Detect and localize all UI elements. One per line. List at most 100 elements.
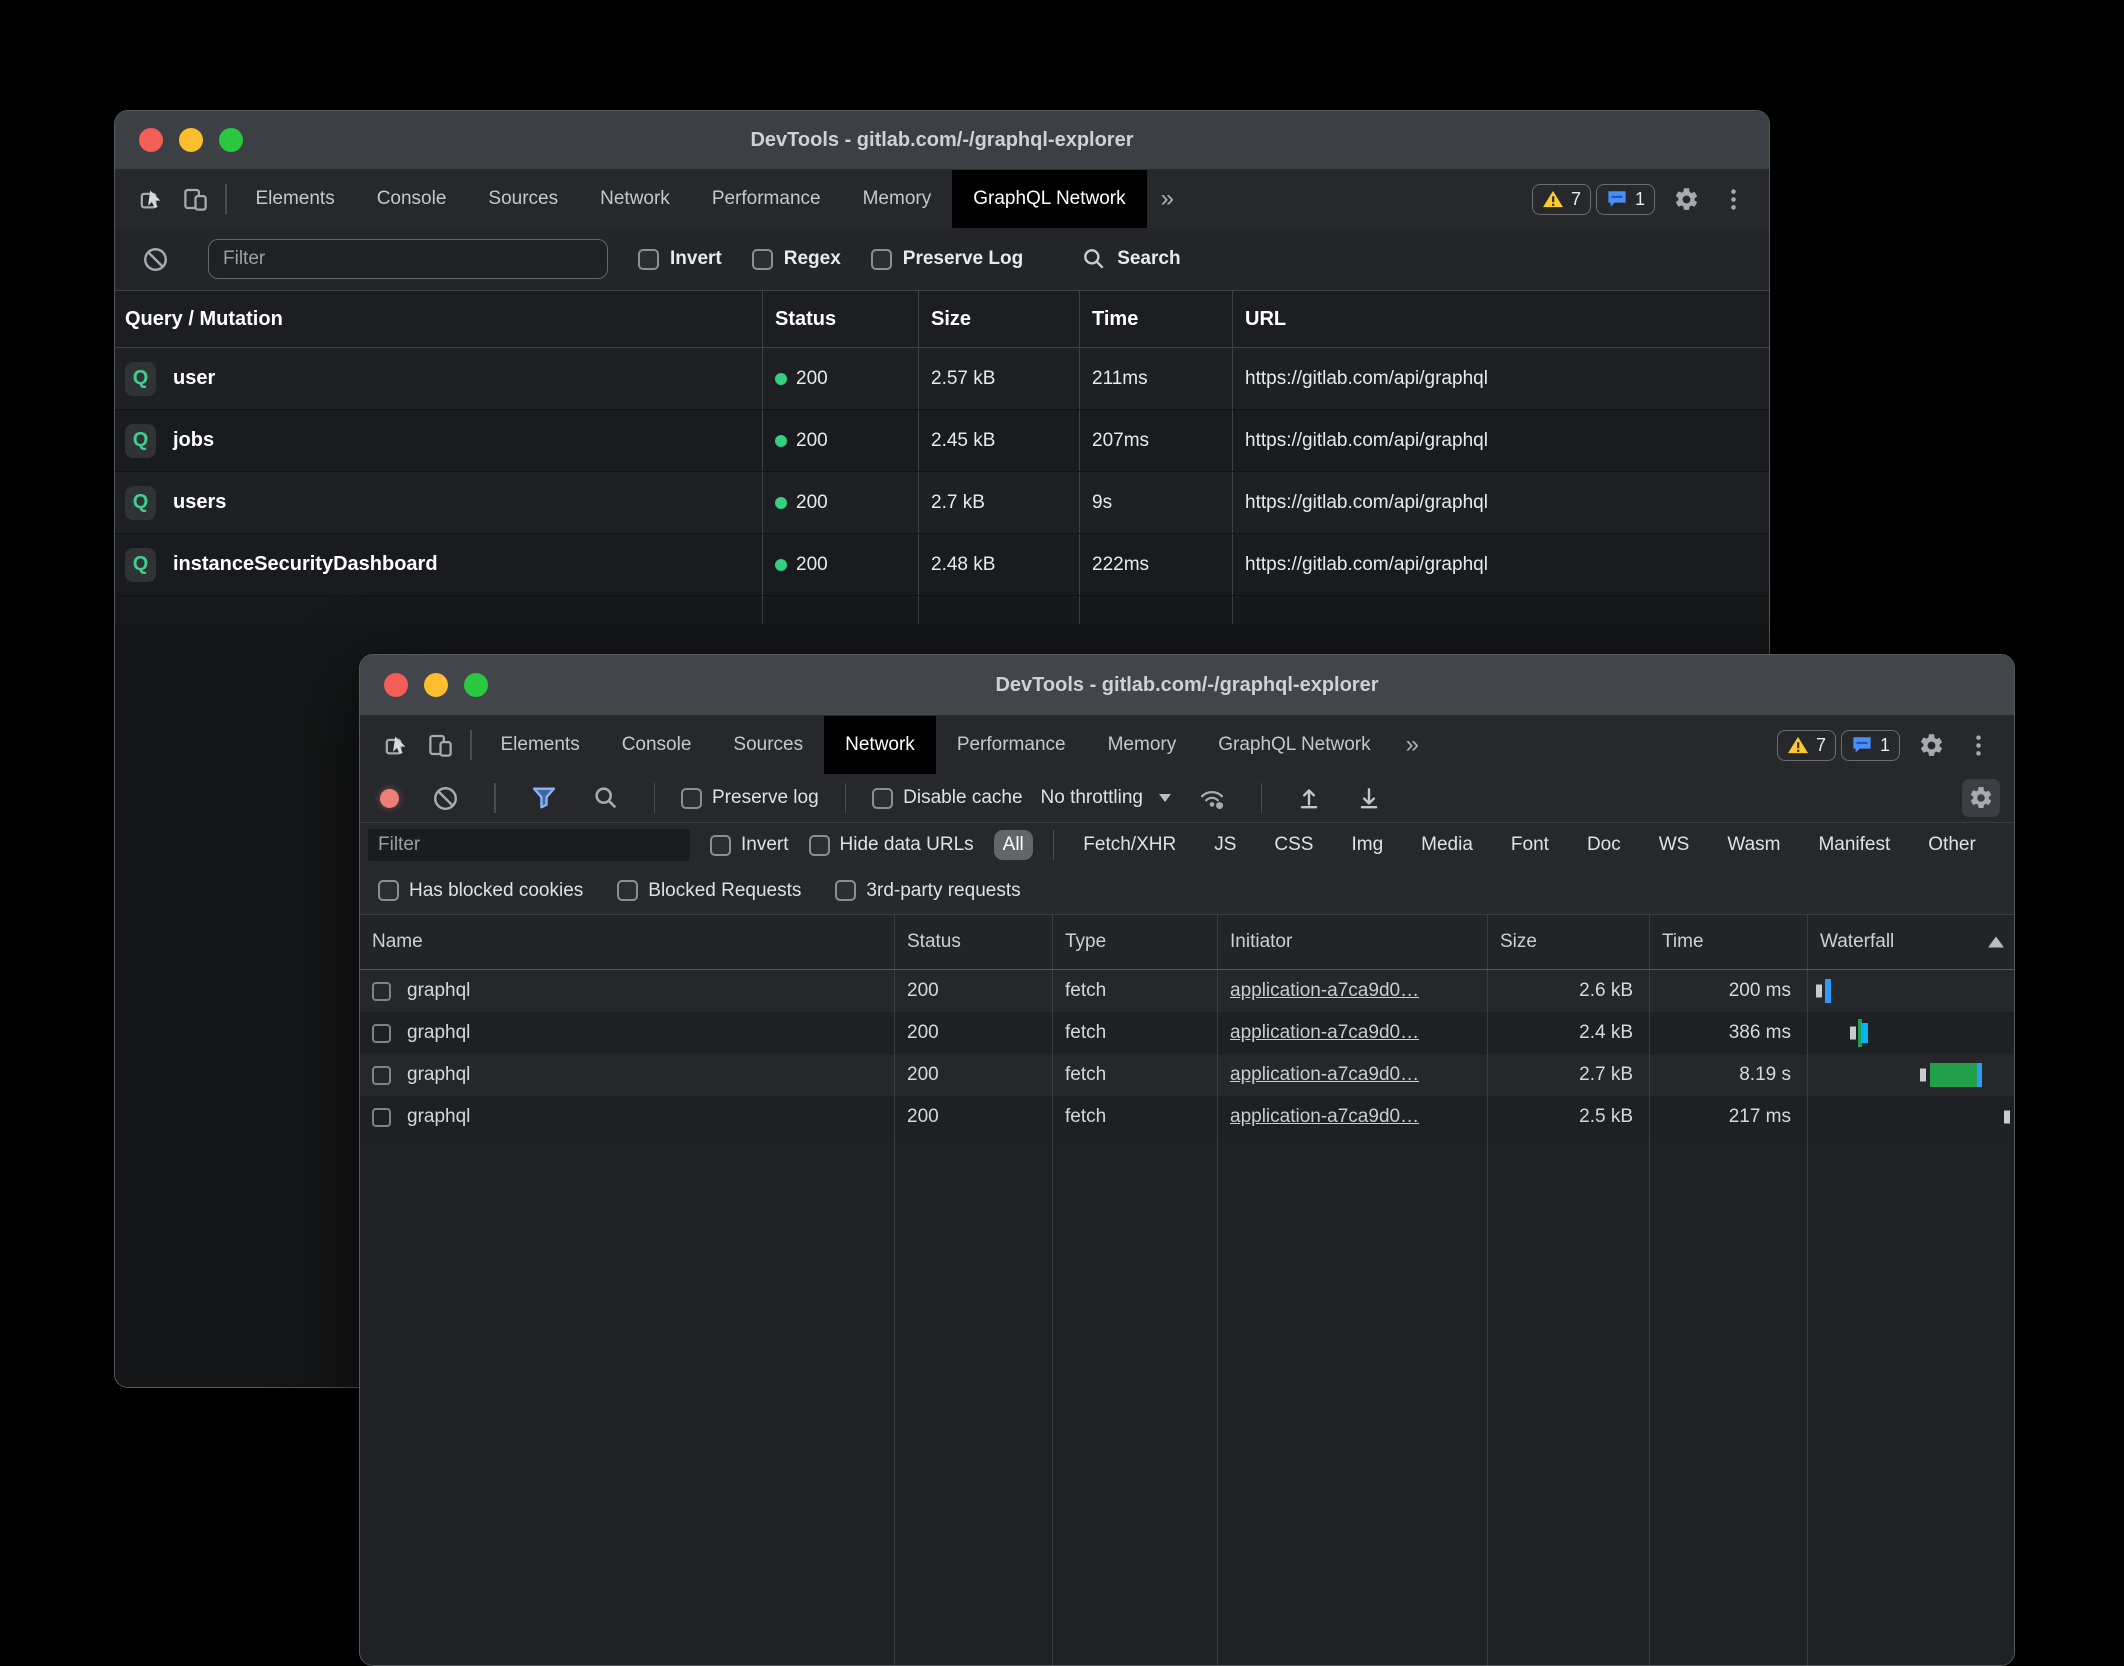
column-header-url[interactable]: URL [1233, 291, 1769, 347]
initiator-link[interactable]: application-a7ca9d0… [1230, 1064, 1419, 1086]
more-tabs-chevron-icon[interactable]: » [1392, 716, 1433, 774]
clear-icon[interactable] [423, 784, 468, 813]
initiator-link[interactable]: application-a7ca9d0… [1230, 1106, 1419, 1128]
type-filter-ws[interactable]: WS [1650, 830, 1699, 860]
type-filter-media[interactable]: Media [1412, 830, 1482, 860]
column-header-type[interactable]: Type [1053, 915, 1218, 969]
column-header-query-mutation[interactable]: Query / Mutation [115, 291, 763, 347]
preserve-log-checkbox[interactable]: Preserve log [681, 787, 819, 809]
checkbox-icon[interactable] [872, 788, 893, 809]
network-conditions-icon[interactable] [1189, 784, 1235, 812]
tab-performance[interactable]: Performance [691, 170, 842, 228]
inspect-element-icon[interactable] [376, 732, 419, 759]
regex-checkbox[interactable]: Regex [752, 248, 841, 270]
device-toolbar-icon[interactable] [174, 186, 217, 213]
tab-memory[interactable]: Memory [1087, 716, 1198, 774]
row-checkbox[interactable] [372, 1024, 391, 1043]
more-tabs-chevron-icon[interactable]: » [1147, 170, 1188, 228]
row-checkbox[interactable] [372, 1108, 391, 1127]
invert-checkbox[interactable]: Invert [638, 248, 722, 270]
column-header-status[interactable]: Status [763, 291, 919, 347]
tab-graphql-network[interactable]: GraphQL Network [952, 170, 1146, 228]
column-header-initiator[interactable]: Initiator [1218, 915, 1488, 969]
filter-input[interactable] [208, 239, 608, 279]
issues-badge[interactable]: 1 [1841, 730, 1900, 761]
type-filter-all[interactable]: All [994, 830, 1033, 860]
table-row[interactable]: Quser 200 2.57 kB 211ms https://gitlab.c… [115, 348, 1769, 410]
search-icon[interactable] [584, 784, 628, 812]
settings-gear-icon[interactable] [1910, 732, 1953, 759]
type-filter-wasm[interactable]: Wasm [1718, 830, 1789, 860]
checkbox-icon[interactable] [617, 880, 638, 901]
minimize-button[interactable] [424, 673, 448, 697]
tab-memory[interactable]: Memory [842, 170, 953, 228]
column-header-time[interactable]: Time [1080, 291, 1233, 347]
tab-console[interactable]: Console [601, 716, 713, 774]
table-row[interactable]: graphql 200 fetch application-a7ca9d0… 2… [360, 1054, 2014, 1096]
table-row[interactable]: QinstanceSecurityDashboard 200 2.48 kB 2… [115, 534, 1769, 596]
column-header-size[interactable]: Size [1488, 915, 1650, 969]
tab-graphql-network[interactable]: GraphQL Network [1197, 716, 1391, 774]
hide-data-urls-checkbox[interactable]: Hide data URLs [809, 834, 974, 856]
search-button[interactable]: Search [1081, 246, 1180, 272]
checkbox-icon[interactable] [871, 249, 892, 270]
table-row[interactable]: Qjobs 200 2.45 kB 207ms https://gitlab.c… [115, 410, 1769, 472]
filter-funnel-icon[interactable] [522, 784, 566, 812]
row-checkbox[interactable] [372, 982, 391, 1001]
type-filter-css[interactable]: CSS [1265, 830, 1322, 860]
kebab-menu-icon[interactable] [1957, 732, 2000, 759]
type-filter-fetch-xhr[interactable]: Fetch/XHR [1074, 830, 1185, 860]
record-button[interactable] [380, 789, 399, 808]
table-row[interactable]: Qusers 200 2.7 kB 9s https://gitlab.com/… [115, 472, 1769, 534]
initiator-link[interactable]: application-a7ca9d0… [1230, 1022, 1419, 1044]
close-button[interactable] [139, 128, 163, 152]
checkbox-icon[interactable] [752, 249, 773, 270]
filter-input[interactable] [368, 829, 690, 861]
column-header-name[interactable]: Name [360, 915, 895, 969]
type-filter-img[interactable]: Img [1342, 830, 1392, 860]
checkbox-icon[interactable] [638, 249, 659, 270]
initiator-link[interactable]: application-a7ca9d0… [1230, 980, 1419, 1002]
tab-network[interactable]: Network [824, 716, 936, 774]
preserve-log-checkbox[interactable]: Preserve Log [871, 248, 1023, 270]
device-toolbar-icon[interactable] [419, 732, 462, 759]
close-button[interactable] [384, 673, 408, 697]
table-row[interactable]: graphql 200 fetch application-a7ca9d0… 2… [360, 970, 2014, 1012]
kebab-menu-icon[interactable] [1712, 186, 1755, 213]
tab-performance[interactable]: Performance [936, 716, 1087, 774]
clear-icon[interactable] [133, 245, 178, 274]
inspect-element-icon[interactable] [131, 186, 174, 213]
titlebar[interactable]: DevTools - gitlab.com/-/graphql-explorer [115, 111, 1769, 170]
zoom-button[interactable] [219, 128, 243, 152]
invert-checkbox[interactable]: Invert [710, 834, 789, 856]
titlebar[interactable]: DevTools - gitlab.com/-/graphql-explorer [360, 655, 2014, 716]
blocked-requests-checkbox[interactable]: Blocked Requests [617, 880, 801, 902]
tab-elements[interactable]: Elements [480, 716, 601, 774]
type-filter-font[interactable]: Font [1502, 830, 1558, 860]
third-party-requests-checkbox[interactable]: 3rd-party requests [835, 880, 1020, 902]
tab-sources[interactable]: Sources [712, 716, 824, 774]
issues-badge[interactable]: 1 [1596, 184, 1655, 215]
type-filter-other[interactable]: Other [1919, 830, 1985, 860]
checkbox-icon[interactable] [835, 880, 856, 901]
row-checkbox[interactable] [372, 1066, 391, 1085]
column-header-waterfall[interactable]: Waterfall [1808, 915, 2014, 969]
type-filter-doc[interactable]: Doc [1578, 830, 1630, 860]
network-settings-button[interactable] [1962, 779, 2000, 817]
checkbox-icon[interactable] [809, 835, 830, 856]
zoom-button[interactable] [464, 673, 488, 697]
column-header-size[interactable]: Size [919, 291, 1080, 347]
checkbox-icon[interactable] [710, 835, 731, 856]
checkbox-icon[interactable] [681, 788, 702, 809]
column-header-status[interactable]: Status [895, 915, 1053, 969]
export-har-icon[interactable] [1348, 784, 1390, 812]
tab-console[interactable]: Console [356, 170, 468, 228]
has-blocked-cookies-checkbox[interactable]: Has blocked cookies [378, 880, 583, 902]
disable-cache-checkbox[interactable]: Disable cache [872, 787, 1022, 809]
type-filter-manifest[interactable]: Manifest [1809, 830, 1899, 860]
minimize-button[interactable] [179, 128, 203, 152]
tab-elements[interactable]: Elements [235, 170, 356, 228]
tab-sources[interactable]: Sources [467, 170, 579, 228]
column-header-time[interactable]: Time [1650, 915, 1808, 969]
warnings-badge[interactable]: 7 [1777, 730, 1836, 761]
